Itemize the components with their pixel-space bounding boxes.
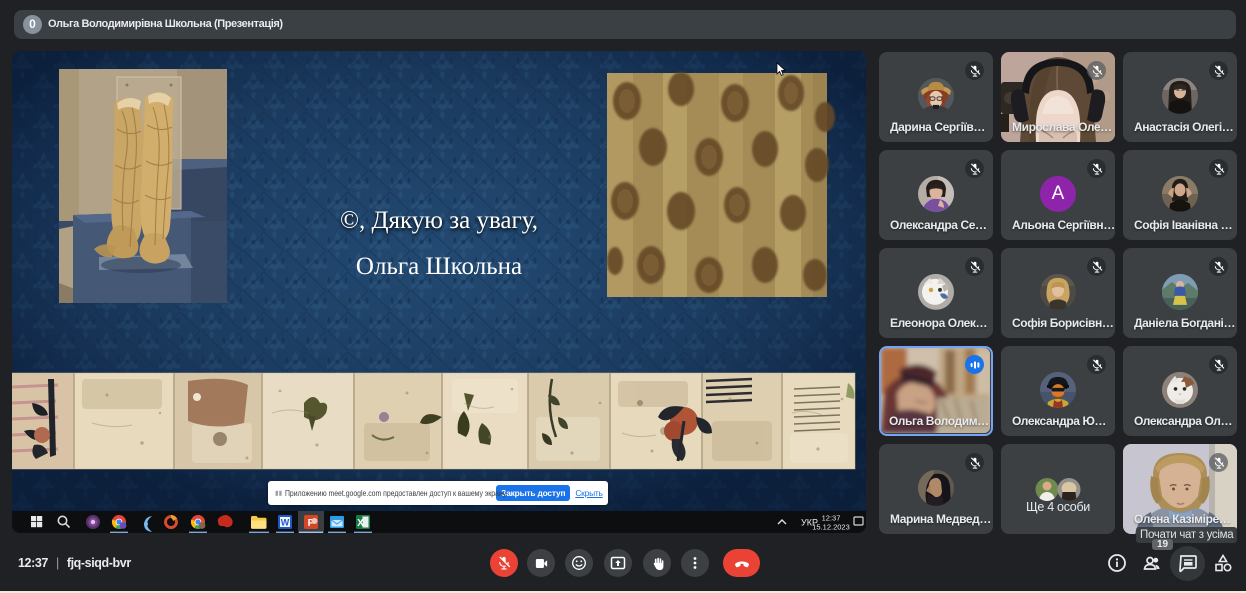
svg-text:12:37: 12:37 [822,514,841,523]
svg-text:15.12.2023: 15.12.2023 [812,523,850,532]
svg-text:©, Дякую за увагу,: ©, Дякую за увагу, [340,207,538,234]
svg-text:X: X [357,518,364,529]
svg-text:Ольга Школьна: Ольга Школьна [356,253,522,280]
svg-text:W: W [281,518,290,528]
